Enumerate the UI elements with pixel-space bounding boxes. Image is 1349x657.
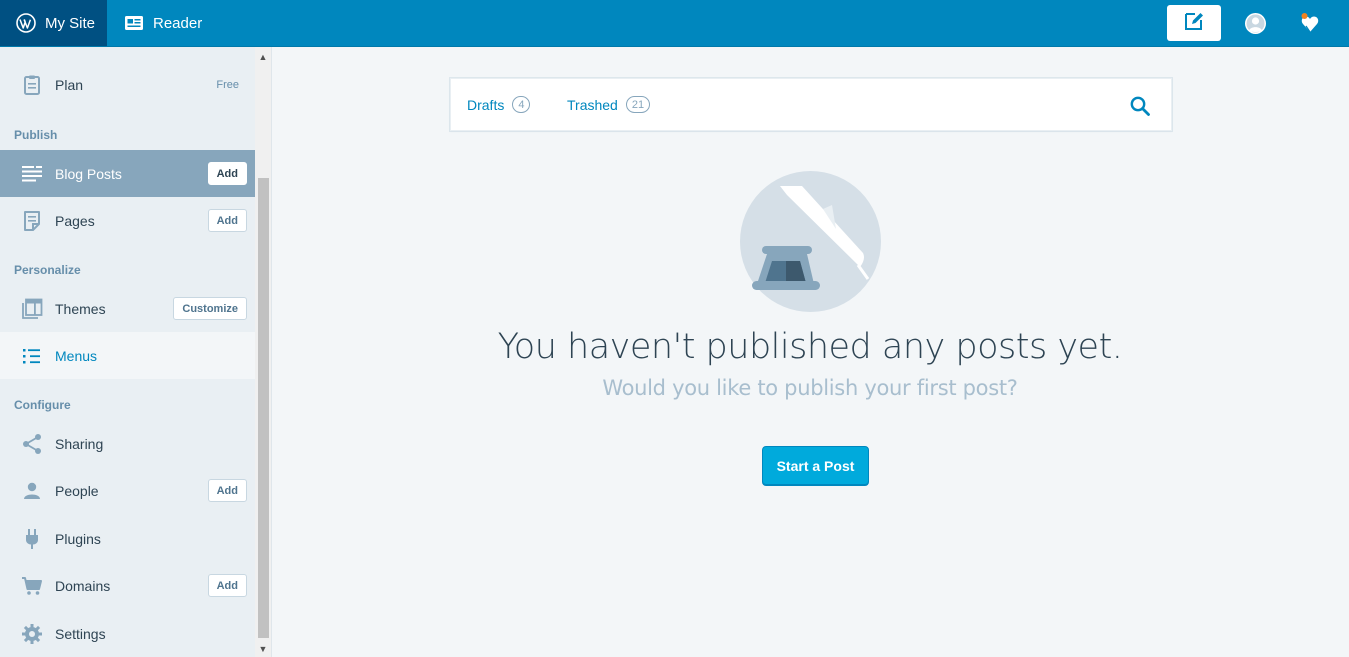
sidebar-item-people[interactable]: People Add xyxy=(0,467,255,514)
posts-section-nav: Drafts 4 Trashed 21 xyxy=(450,78,1172,131)
sidebar-item-pages[interactable]: Pages Add xyxy=(0,197,255,244)
my-site-label: My Site xyxy=(45,14,96,32)
add-domain-button[interactable]: Add xyxy=(207,574,247,597)
sidebar: Plan Free Publish Blog Posts Add Pages A… xyxy=(0,47,255,657)
user-avatar-icon[interactable] xyxy=(1244,12,1267,35)
sidebar-item-label: People xyxy=(55,482,99,499)
sidebar-item-themes[interactable]: Themes Customize xyxy=(0,285,255,332)
count-badge: 21 xyxy=(625,96,651,113)
cart-icon xyxy=(21,575,43,597)
scroll-up-arrow-icon[interactable]: ▲ xyxy=(255,49,271,65)
sidebar-item-label: Pages xyxy=(55,212,95,229)
heading-personalize: Personalize xyxy=(14,263,81,277)
customize-button[interactable]: Customize xyxy=(173,297,247,320)
sidebar-item-menus[interactable]: Menus xyxy=(0,332,255,379)
my-site-button[interactable]: My Site xyxy=(0,0,107,46)
add-page-button[interactable]: Add xyxy=(207,209,247,232)
plan-badge: Free xyxy=(216,78,239,91)
empty-content-title: You haven't published any posts yet. xyxy=(497,327,1123,367)
sidebar-item-label: Menus xyxy=(55,347,98,364)
search-icon[interactable] xyxy=(1129,95,1151,117)
tab-label: Trashed xyxy=(567,96,618,113)
add-people-button[interactable]: Add xyxy=(207,479,247,502)
sidebar-item-domains[interactable]: Domains Add xyxy=(0,562,255,609)
scroll-down-arrow-icon[interactable]: ▼ xyxy=(255,641,271,657)
sidebar-item-sharing[interactable]: Sharing xyxy=(0,420,255,467)
empty-content-subtitle: Would you like to publish your first pos… xyxy=(602,376,1018,400)
reader-button[interactable]: Reader xyxy=(107,0,202,46)
sidebar-item-label: Sharing xyxy=(55,435,104,452)
wordpress-logo-icon xyxy=(16,13,36,33)
heading-configure: Configure xyxy=(14,398,71,412)
sidebar-item-plugins[interactable]: Plugins xyxy=(0,515,255,562)
bell-icon[interactable] xyxy=(1298,11,1322,35)
clipboard-icon xyxy=(21,74,43,96)
sidebar-item-settings[interactable]: Settings xyxy=(0,610,255,657)
sidebar-item-label: Plan xyxy=(55,76,84,93)
count-badge: 4 xyxy=(512,96,531,113)
sidebar-item-label: Domains xyxy=(55,577,111,594)
tab-drafts[interactable]: Drafts 4 xyxy=(467,96,531,113)
gear-icon xyxy=(21,623,43,645)
add-post-button[interactable]: Add xyxy=(207,162,247,185)
heading-publish: Publish xyxy=(14,128,58,142)
plug-icon xyxy=(21,528,43,550)
person-icon xyxy=(21,480,43,502)
share-icon xyxy=(21,433,43,455)
masterbar: My Site Reader xyxy=(0,0,1349,47)
sidebar-item-label: Plugins xyxy=(55,530,101,547)
reader-icon xyxy=(124,13,144,33)
quill-inkwell-illustration xyxy=(740,171,881,312)
reader-label: Reader xyxy=(153,14,203,32)
posts-icon xyxy=(21,163,43,185)
sidebar-item-blog-posts[interactable]: Blog Posts Add xyxy=(0,150,255,197)
start-post-button[interactable]: Start a Post xyxy=(762,446,869,486)
sidebar-item-plan[interactable]: Plan Free xyxy=(0,61,255,108)
page-icon xyxy=(21,210,43,232)
themes-icon xyxy=(21,298,43,320)
sidebar-scrollbar[interactable]: ▲ ▼ xyxy=(255,47,272,657)
tab-trashed[interactable]: Trashed 21 xyxy=(567,96,651,113)
sidebar-item-label: Settings xyxy=(55,625,106,642)
tab-label: Drafts xyxy=(467,96,505,113)
sidebar-item-label: Themes xyxy=(55,300,106,317)
sidebar-item-label: Blog Posts xyxy=(55,165,122,182)
menus-icon xyxy=(21,345,43,367)
write-post-button[interactable] xyxy=(1167,5,1221,41)
scroll-thumb[interactable] xyxy=(258,178,269,638)
edit-icon xyxy=(1183,10,1205,37)
